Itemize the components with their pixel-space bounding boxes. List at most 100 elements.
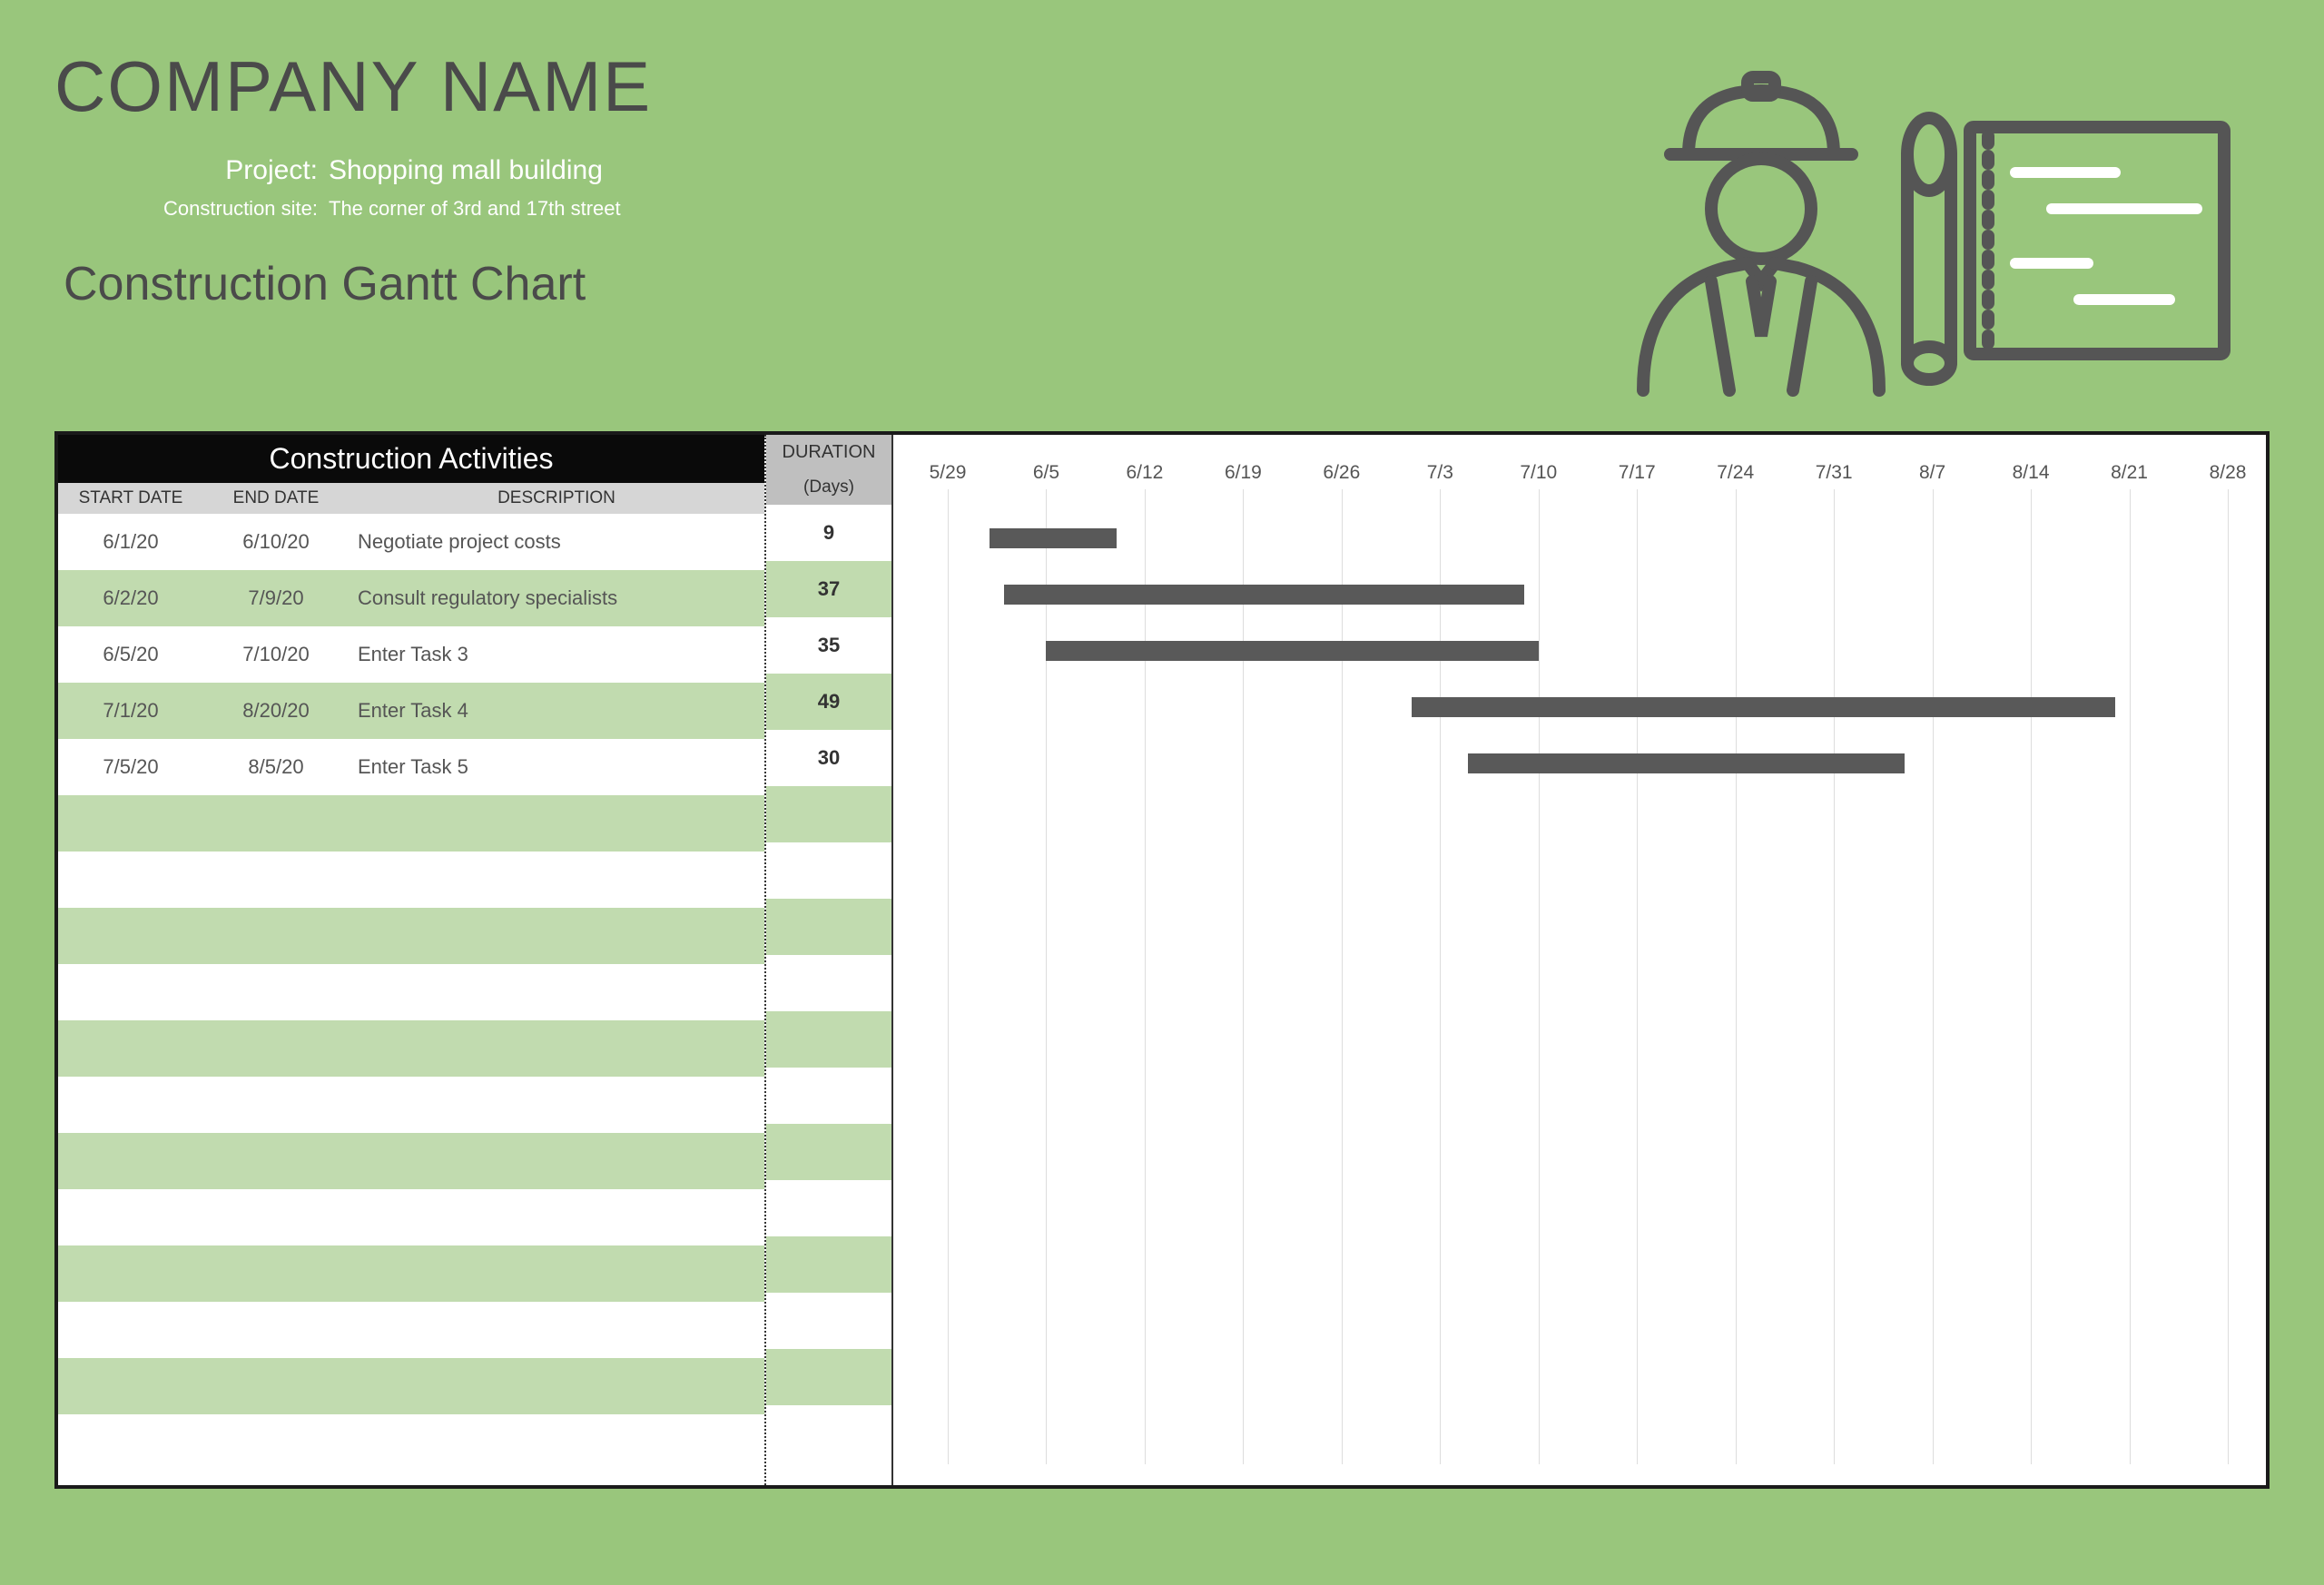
gantt-row — [893, 566, 2266, 623]
gantt-panel: 5/296/56/126/196/267/37/107/177/247/318/… — [893, 435, 2266, 1485]
duration-cell — [766, 1124, 891, 1180]
table-row[interactable] — [58, 964, 764, 1020]
duration-cell: 9 — [766, 505, 891, 561]
timeline-tick: 6/26 — [1323, 462, 1360, 484]
duration-cell: 30 — [766, 730, 891, 786]
table-row[interactable]: 6/2/207/9/20Consult regulatory specialis… — [58, 570, 764, 626]
duration-cell — [766, 899, 891, 955]
col-start-header: START DATE — [58, 488, 203, 508]
header-left: COMPANY NAME Project: Shopping mall buil… — [54, 45, 1571, 311]
timeline-tick: 7/3 — [1427, 462, 1453, 484]
cell-end: 8/20/20 — [203, 699, 349, 723]
cell-start: 6/5/20 — [58, 643, 203, 666]
duration-cell — [766, 1405, 891, 1462]
timeline-tick: 5/29 — [930, 462, 967, 484]
timeline-tick: 7/17 — [1619, 462, 1656, 484]
chart-title: Construction Gantt Chart — [64, 257, 1571, 311]
duration-cell — [766, 1349, 891, 1405]
duration-cell: 49 — [766, 674, 891, 730]
timeline-tick: 8/28 — [2210, 462, 2247, 484]
gantt-row — [893, 1073, 2266, 1129]
col-end-header: END DATE — [203, 488, 349, 508]
cell-end: 8/5/20 — [203, 755, 349, 779]
gantt-row — [893, 848, 2266, 904]
activities-header: Construction Activities — [58, 435, 764, 483]
table-row[interactable]: 7/5/208/5/20Enter Task 5 — [58, 739, 764, 795]
table-row[interactable] — [58, 795, 764, 852]
gantt-row — [893, 510, 2266, 566]
timeline-tick: 7/10 — [1520, 462, 1557, 484]
table-row[interactable] — [58, 1358, 764, 1414]
gantt-row — [893, 1186, 2266, 1242]
duration-rows: 937354930 — [766, 505, 891, 1462]
timeline-tick: 7/31 — [1816, 462, 1853, 484]
table-row[interactable]: 6/5/207/10/20Enter Task 3 — [58, 626, 764, 683]
duration-subheader: (Days) — [766, 477, 891, 505]
gantt-bar[interactable] — [1468, 753, 1904, 773]
gantt-row — [893, 623, 2266, 679]
table-row[interactable] — [58, 908, 764, 964]
timeline-tick: 8/14 — [2013, 462, 2050, 484]
cell-desc: Enter Task 4 — [349, 699, 764, 723]
timeline-tick: 8/21 — [2111, 462, 2148, 484]
gantt-row — [893, 1129, 2266, 1186]
gantt-row — [893, 904, 2266, 960]
timeline-tick: 8/7 — [1919, 462, 1945, 484]
cell-desc: Enter Task 3 — [349, 643, 764, 666]
table-row[interactable] — [58, 1302, 764, 1358]
project-row: Project: Shopping mall building — [109, 155, 1571, 186]
activities-panel: Construction Activities START DATE END D… — [58, 435, 766, 1485]
duration-cell: 35 — [766, 617, 891, 674]
table-row[interactable] — [58, 852, 764, 908]
cell-desc: Consult regulatory specialists — [349, 586, 764, 610]
duration-cell — [766, 1011, 891, 1068]
cell-start: 6/1/20 — [58, 530, 203, 554]
gantt-bar[interactable] — [1004, 585, 1524, 605]
table-row[interactable]: 6/1/206/10/20Negotiate project costs — [58, 514, 764, 570]
header: COMPANY NAME Project: Shopping mall buil… — [54, 45, 2270, 404]
site-row: Construction site: The corner of 3rd and… — [109, 197, 1571, 221]
table-row[interactable]: 7/1/208/20/20Enter Task 4 — [58, 683, 764, 739]
table-row[interactable] — [58, 1189, 764, 1245]
table-row[interactable] — [58, 1133, 764, 1189]
cell-start: 6/2/20 — [58, 586, 203, 610]
cell-desc: Enter Task 5 — [349, 755, 764, 779]
project-label: Project: — [109, 155, 318, 186]
timeline-tick: 6/19 — [1225, 462, 1262, 484]
cell-end: 7/10/20 — [203, 643, 349, 666]
duration-panel: DURATION (Days) 937354930 — [766, 435, 893, 1485]
gantt-bar[interactable] — [1412, 697, 2115, 717]
duration-cell — [766, 786, 891, 842]
gantt-row — [893, 1298, 2266, 1354]
table-row[interactable] — [58, 1245, 764, 1302]
gantt-row — [893, 960, 2266, 1017]
engineer-icon — [1571, 54, 2242, 404]
site-label: Construction site: — [109, 197, 318, 221]
gantt-row — [893, 1017, 2266, 1073]
activity-rows: 6/1/206/10/20Negotiate project costs6/2/… — [58, 514, 764, 1471]
table-row[interactable] — [58, 1414, 764, 1471]
gantt-row — [893, 792, 2266, 848]
col-desc-header: DESCRIPTION — [349, 488, 764, 508]
timeline-tick: 7/24 — [1717, 462, 1754, 484]
duration-cell — [766, 1293, 891, 1349]
duration-cell — [766, 955, 891, 1011]
table-row[interactable] — [58, 1020, 764, 1077]
duration-cell — [766, 1236, 891, 1293]
cell-desc: Negotiate project costs — [349, 530, 764, 554]
project-info: Project: Shopping mall building Construc… — [109, 155, 1571, 221]
gantt-row — [893, 735, 2266, 792]
column-headers: START DATE END DATE DESCRIPTION — [58, 483, 764, 514]
duration-cell: 37 — [766, 561, 891, 617]
gantt-chart-container: Construction Activities START DATE END D… — [54, 431, 2270, 1489]
timeline-tick: 6/5 — [1033, 462, 1059, 484]
gantt-bar[interactable] — [990, 528, 1116, 548]
project-value: Shopping mall building — [329, 155, 603, 186]
cell-end: 7/9/20 — [203, 586, 349, 610]
company-name: COMPANY NAME — [54, 45, 1571, 128]
cell-start: 7/5/20 — [58, 755, 203, 779]
table-row[interactable] — [58, 1077, 764, 1133]
gantt-timeline-header: 5/296/56/126/196/267/37/107/177/247/318/… — [893, 435, 2266, 510]
duration-cell — [766, 1180, 891, 1236]
gantt-bar[interactable] — [1046, 641, 1538, 661]
